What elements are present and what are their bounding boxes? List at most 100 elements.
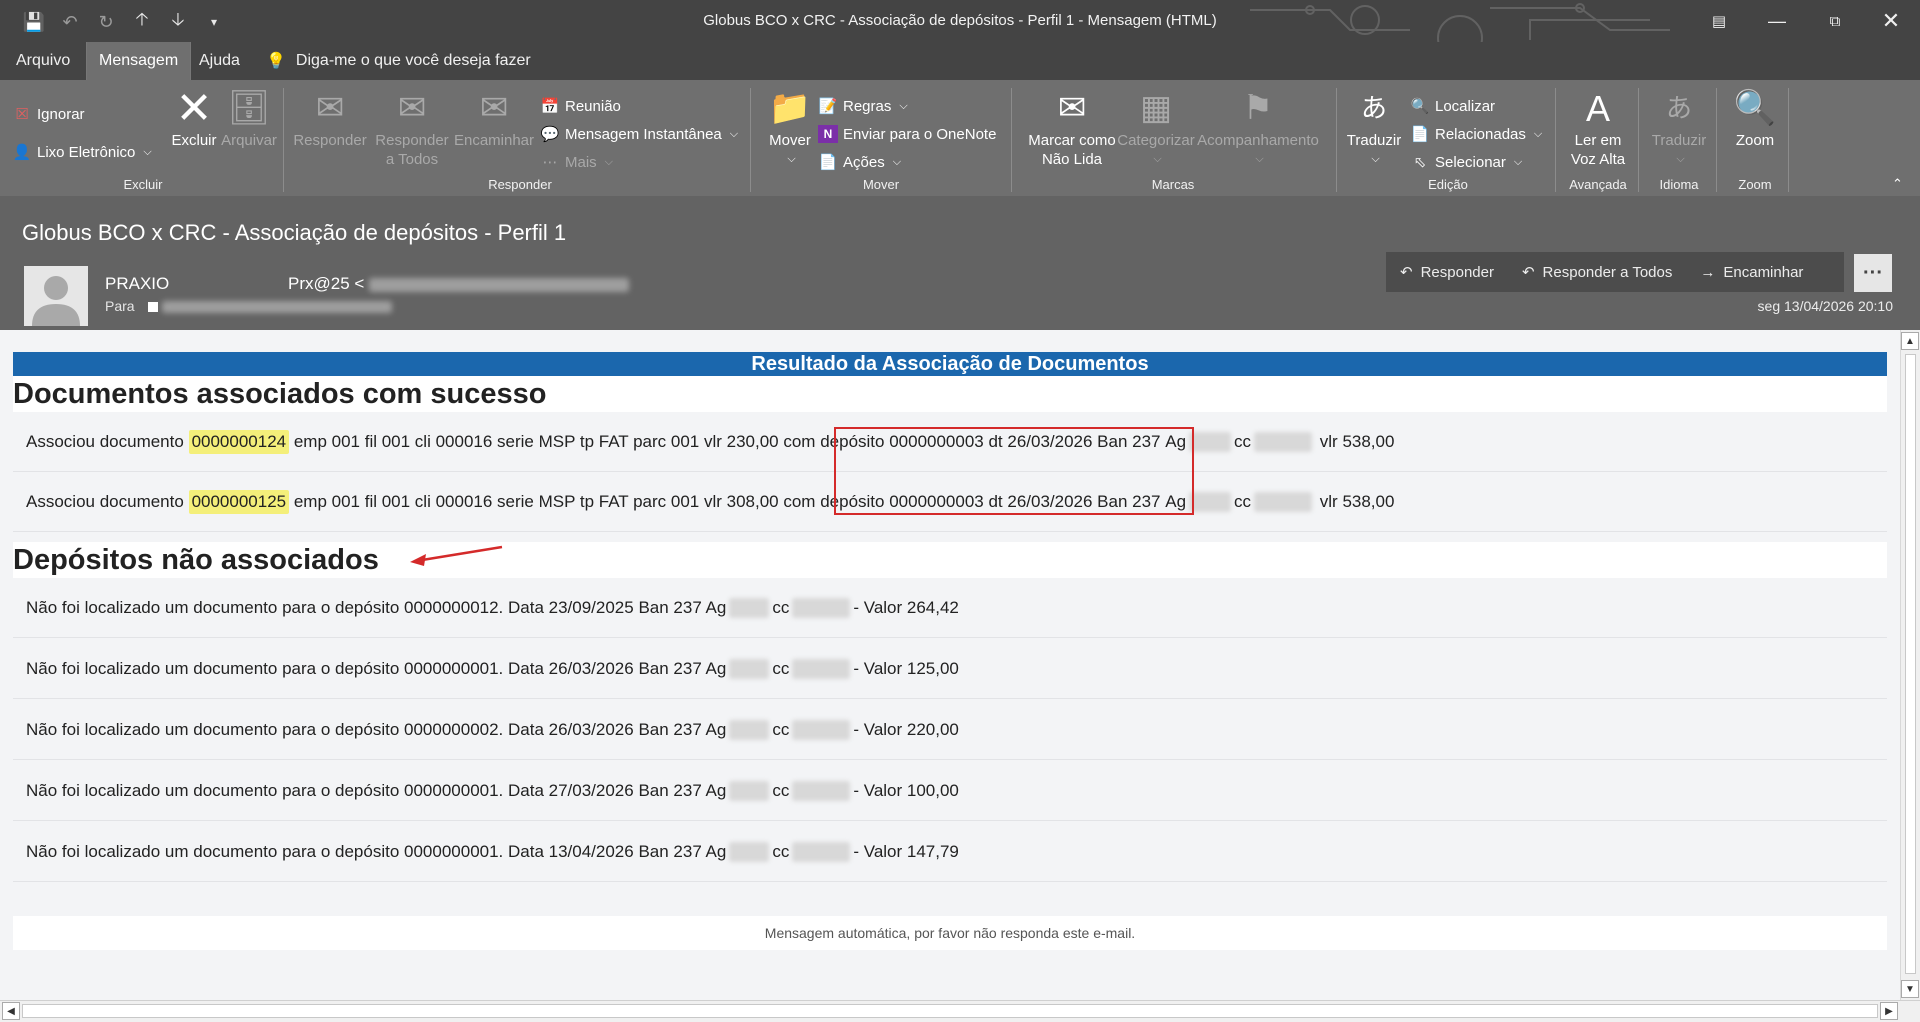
scroll-left-icon[interactable]: ◀: [2, 1002, 20, 1020]
related-button[interactable]: 📄 Relacionadas ⌵: [1410, 122, 1543, 146]
chevron-down-icon: ⌵: [787, 153, 796, 165]
unassociated-row: Não foi localizado um documento para o d…: [13, 822, 1887, 882]
unassociated-row: Não foi localizado um documento para o d…: [13, 578, 1887, 638]
undo-icon[interactable]: ↶: [52, 10, 88, 34]
ribbon-display-options-icon[interactable]: ▤: [1690, 0, 1748, 42]
read-aloud-button[interactable]: A Ler em Voz Alta: [1564, 86, 1632, 169]
close-button[interactable]: ✕: [1862, 0, 1920, 42]
read-aloud-icon: A: [1585, 87, 1610, 129]
sender-name[interactable]: PRAXIO: [105, 274, 169, 294]
redacted-agency: [729, 780, 770, 801]
save-icon[interactable]: 💾: [16, 10, 52, 34]
tab-ajuda[interactable]: Ajuda: [187, 42, 252, 80]
automatic-message-note: Mensagem automática, por favor não respo…: [13, 916, 1887, 950]
delete-icon: ✕: [175, 83, 213, 133]
group-label-zoom: Zoom: [1738, 177, 1772, 192]
more-icon: ⋯: [542, 154, 558, 171]
chat-icon: 💬: [540, 126, 560, 143]
group-edicao: あ Traduzir ⌵ 🔍 Localizar 📄 Relacionadas ⌵…: [1342, 86, 1554, 194]
more-respond-button[interactable]: ⋯ Mais ⌵: [540, 150, 614, 174]
onenote-button[interactable]: N Enviar para o OneNote: [818, 122, 996, 146]
horizontal-scroll-thumb[interactable]: [22, 1004, 1878, 1018]
sender-address[interactable]: Prx@25 <: [288, 274, 630, 294]
document-number: 0000000125: [188, 489, 290, 514]
to-line: Para: [105, 298, 393, 314]
next-item-icon[interactable]: 🡣: [160, 9, 196, 34]
onenote-icon: N: [818, 125, 838, 143]
tell-me-text: Diga-me o que você deseja fazer: [295, 52, 531, 69]
scroll-up-icon[interactable]: ▲: [1901, 332, 1919, 350]
redacted-account: [1254, 431, 1313, 452]
forward-icon: ✉: [479, 88, 509, 127]
ribbon-separator: [1638, 88, 1639, 192]
more-actions-button[interactable]: ···: [1854, 254, 1892, 292]
categorize-button[interactable]: ▦ Categorizar ⌵: [1117, 86, 1195, 169]
meeting-button[interactable]: 📅 Reunião: [540, 94, 621, 118]
translate-disabled-button[interactable]: あ Traduzir ⌵: [1646, 86, 1712, 169]
menu-bar: Arquivo Mensagem Ajuda 💡 Diga-me o que v…: [0, 42, 1920, 80]
title-bar: 💾 ↶ ↻ 🡡 🡣 ▾ Globus BCO x CRC - Associaçã…: [0, 0, 1920, 42]
ribbon-separator: [1336, 88, 1337, 192]
group-excluir: ☒ Ignorar 👤 Lixo Eletrônico ⌵ ✕ Excluir 🗄…: [8, 86, 278, 194]
avatar[interactable]: [24, 266, 88, 326]
find-button[interactable]: 🔍 Localizar: [1410, 94, 1495, 118]
move-button[interactable]: 📁 Mover ⌵: [760, 86, 820, 169]
reply-button[interactable]: ✉ Responder: [293, 86, 366, 150]
vertical-scroll-thumb[interactable]: [1905, 354, 1916, 974]
actions-icon: 📄: [818, 154, 838, 171]
horizontal-scrollbar[interactable]: ◀ ▶: [0, 1000, 1920, 1022]
rules-icon: 📝: [818, 98, 838, 115]
archive-button[interactable]: 🗄 Arquivar: [214, 86, 284, 150]
instant-message-button[interactable]: 💬 Mensagem Instantânea ⌵: [540, 122, 738, 146]
document-number: 0000000124: [188, 429, 290, 454]
message-body: Resultado da Associação de Documentos Do…: [0, 330, 1900, 1000]
reply-all-action[interactable]: ↶ Responder a Todos: [1508, 263, 1686, 282]
junk-button[interactable]: 👤 Lixo Eletrônico ⌵: [12, 140, 152, 164]
scroll-down-icon[interactable]: ▼: [1901, 980, 1919, 998]
redacted-agency: [729, 658, 770, 679]
redacted-agency: [729, 597, 770, 618]
group-label-marcas: Marcas: [1151, 177, 1195, 192]
previous-item-icon[interactable]: 🡡: [124, 9, 160, 34]
ribbon-separator: [283, 88, 284, 192]
minimize-button[interactable]: —: [1748, 0, 1806, 42]
archive-icon: 🗄: [227, 88, 271, 127]
circuit-decoration: [1250, 3, 1670, 42]
rules-button[interactable]: 📝 Regras ⌵: [818, 94, 908, 118]
group-label-idioma: Idioma: [1659, 177, 1699, 192]
select-button[interactable]: ⬁ Selecionar ⌵: [1410, 150, 1523, 174]
scroll-right-icon[interactable]: ▶: [1880, 1002, 1898, 1020]
customize-qat-icon[interactable]: ▾: [196, 10, 232, 34]
translate-icon: あ: [1360, 92, 1387, 123]
ribbon-separator: [1555, 88, 1556, 192]
redacted-recipient: [162, 301, 393, 314]
tell-me-box[interactable]: 💡 Diga-me o que você deseja fazer: [266, 42, 531, 80]
follow-up-button[interactable]: ⚑ Acompanhamento ⌵: [1196, 86, 1320, 169]
person-icon: [32, 276, 80, 326]
ribbon: ☒ Ignorar 👤 Lixo Eletrônico ⌵ ✕ Excluir 🗄…: [0, 80, 1920, 196]
mark-unread-button[interactable]: ✉ Marcar como Não Lida: [1022, 86, 1122, 169]
forward-button[interactable]: ✉ Encaminhar: [452, 86, 536, 150]
group-zoom: 🔍 Zoom Zoom: [1720, 86, 1790, 194]
group-avancada: A Ler em Voz Alta Avançada: [1560, 86, 1636, 194]
actions-button[interactable]: 📄 Ações ⌵: [818, 150, 901, 174]
forward-action[interactable]: → Encaminhar: [1686, 264, 1817, 281]
group-label-responder: Responder: [488, 177, 552, 192]
magnifier-icon: 🔍: [1733, 88, 1777, 127]
ignore-icon: ☒: [15, 106, 29, 123]
tab-arquivo[interactable]: Arquivo: [4, 42, 82, 80]
redacted-account: [792, 780, 851, 801]
reply-all-button[interactable]: ✉ Responder a Todos: [370, 86, 454, 169]
search-icon: 🔍: [1410, 98, 1430, 115]
ignore-button[interactable]: ☒ Ignorar: [12, 102, 84, 126]
reply-action[interactable]: ↶ Responder: [1386, 263, 1508, 282]
translate-button[interactable]: あ Traduzir ⌵: [1344, 86, 1404, 169]
message-header: Globus BCO x CRC - Associação de depósit…: [0, 196, 1920, 330]
restore-button[interactable]: ⧉: [1806, 0, 1864, 42]
zoom-button[interactable]: 🔍 Zoom: [1724, 86, 1786, 150]
vertical-scrollbar[interactable]: ▲ ▼: [1900, 330, 1920, 1000]
redo-icon[interactable]: ↻: [88, 10, 124, 34]
collapse-ribbon-icon[interactable]: ⌃: [1892, 176, 1903, 192]
junk-icon: 👤: [12, 144, 32, 161]
tab-mensagem[interactable]: Mensagem: [86, 42, 192, 80]
